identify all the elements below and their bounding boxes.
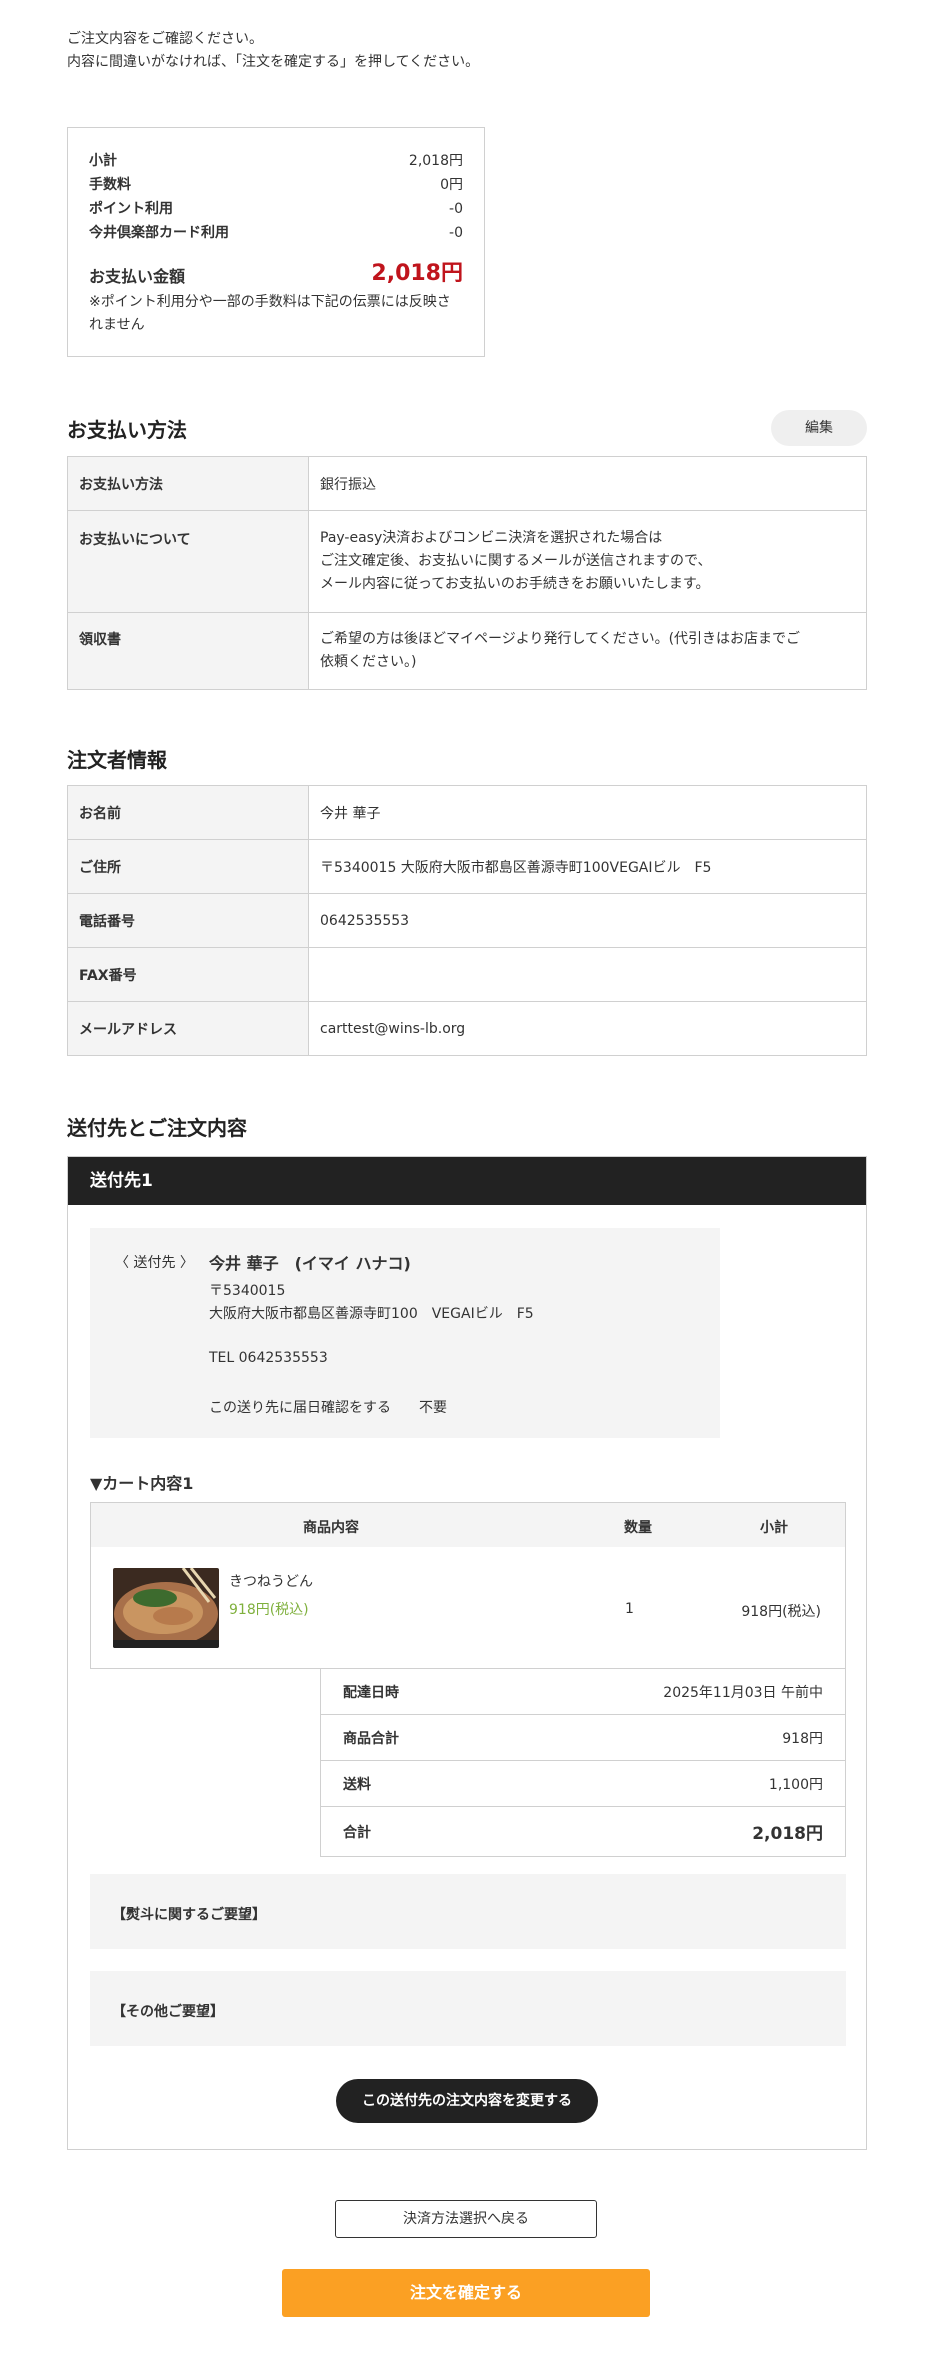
shipping-title: 送付先とご注文内容 (67, 1116, 247, 1140)
summary-label: 今井倶楽部カード利用 (89, 225, 229, 241)
row-label: お支払い方法 (67, 456, 309, 511)
payment-title: お支払い方法 (67, 418, 187, 442)
summary-label: 小計 (89, 153, 117, 169)
summary-value: -0 (449, 201, 463, 217)
totals-row: 合計 2,018円 (321, 1807, 845, 1856)
shipping-panel: 送付先1 〈 送付先 〉 今井 華子 (イマイ ハナコ) 〒5340015 大阪… (67, 1156, 867, 2150)
table-row: ご住所 〒5340015 大阪府大阪市都島区善源寺町100VEGAⅠビル F5 (67, 839, 867, 894)
cart-title: ▼カート内容1 (90, 1474, 194, 1493)
totals-label: 合計 (343, 1824, 371, 1841)
row-label: お支払いについて (67, 510, 309, 613)
col-subtotal: 小計 (760, 1520, 788, 1536)
table-row: メールアドレス carttest@wins-lb.org (67, 1001, 867, 1056)
grand-total: 2,018円 (752, 1824, 823, 1844)
row-value: carttest@wins-lb.org (308, 1001, 867, 1056)
text-line: ご注文確定後、お支払いに関するメールが送信されますので、 (320, 553, 712, 569)
intro-line-1: ご注文内容をご確認ください。 (67, 31, 263, 47)
change-order-button[interactable]: この送付先の注文内容を変更する (336, 2079, 598, 2123)
totals-value: 1,100円 (768, 1776, 823, 1793)
recipient-name: 今井 華子 (イマイ ハナコ) (209, 1254, 411, 1273)
table-row: お支払い方法 銀行振込 (67, 456, 867, 511)
total-amount: 2,018円 (371, 261, 463, 286)
col-item: 商品内容 (303, 1520, 359, 1536)
total-label: お支払い金額 (89, 267, 186, 286)
summary-label: 手数料 (89, 177, 131, 193)
summary-total: お支払い金額 2,018円 (89, 255, 463, 287)
noshi-request-label: 【熨斗に関するご要望】 (112, 1907, 266, 1923)
cart-header: 商品内容 数量 小計 (91, 1503, 845, 1547)
totals-label: 商品合計 (343, 1730, 399, 1747)
product-qty: 1 (625, 1601, 634, 1617)
totals-label: 配達日時 (343, 1684, 399, 1701)
orderer-table: お名前 今井 華子 ご住所 〒5340015 大阪府大阪市都島区善源寺町100VEG… (67, 785, 867, 1056)
address-line: 大阪府大阪市都島区善源寺町100 VEGAⅠビル F5 (209, 1306, 534, 1322)
noshi-request: 【熨斗に関するご要望】 (90, 1874, 846, 1949)
table-row: お支払いについて Pay-easy決済およびコンビニ決済を選択された場合は ご注… (67, 510, 867, 613)
summary-value: 0円 (440, 177, 463, 193)
address-box: 〈 送付先 〉 今井 華子 (イマイ ハナコ) 〒5340015 大阪府大阪市都… (90, 1228, 720, 1438)
row-label: メールアドレス (67, 1001, 309, 1056)
address-label: 〈 送付先 〉 (115, 1255, 194, 1271)
product-image[interactable] (113, 1568, 219, 1648)
table-row: FAX番号 (67, 947, 867, 1002)
col-qty: 数量 (624, 1520, 652, 1536)
summary-label: ポイント利用 (89, 201, 173, 217)
totals-table: 配達日時 2025年11月03日 午前中 商品合計 918円 送料 1,100円 合計… (320, 1668, 846, 1857)
payment-summary: 小計 2,018円 手数料 0円 ポイント利用 -0 今井倶楽部カード利用 -0 お支払… (67, 127, 485, 357)
row-value: ご希望の方は後ほどマイページより発行してください。(代引きはお店までご 依頼くだ… (308, 612, 867, 690)
intro-line-2: 内容に間違いがなければ、「注文を確定する」を押してください。 (67, 54, 480, 70)
other-request: 【その他ご要望】 (90, 1971, 846, 2046)
row-value: Pay-easy決済およびコンビニ決済を選択された場合は ご注文確定後、お支払い… (308, 510, 867, 613)
text-line: Pay-easy決済およびコンビニ決済を選択された場合は (320, 530, 663, 546)
text-line: ご希望の方は後ほどマイページより発行してください。(代引きはお店までご (320, 631, 801, 647)
payment-table: お支払い方法 銀行振込 お支払いについて Pay-easy決済およびコンビニ決済… (67, 456, 867, 690)
cart-table: 商品内容 数量 小計 きつねうどん 918円(税込) 1 918円(税込) (90, 1502, 846, 1669)
product-name[interactable]: きつねうどん (229, 1571, 313, 1591)
totals-row: 配達日時 2025年11月03日 午前中 (321, 1669, 845, 1715)
product-subtotal: 918円(税込) (741, 1604, 821, 1620)
row-value: 0642535553 (308, 893, 867, 948)
product-price: 918円(税込) (229, 1602, 309, 1618)
table-row: 電話番号 0642535553 (67, 893, 867, 948)
row-value: 〒5340015 大阪府大阪市都島区善源寺町100VEGAⅠビル F5 (308, 839, 867, 894)
summary-value: -0 (449, 225, 463, 241)
totals-row: 商品合計 918円 (321, 1715, 845, 1761)
row-label: ご住所 (67, 839, 309, 894)
orderer-title: 注文者情報 (67, 748, 167, 772)
summary-row: 今井倶楽部カード利用 -0 (89, 221, 463, 245)
summary-value: 2,018円 (408, 153, 463, 169)
summary-row: 小計 2,018円 (89, 149, 463, 173)
intro-text: ご注文内容をご確認ください。 内容に間違いがなければ、「注文を確定する」を押して… (67, 28, 479, 74)
udon-image-icon (113, 1568, 219, 1648)
confirm-order-button[interactable]: 注文を確定する (282, 2269, 650, 2317)
totals-value: 2025年11月03日 午前中 (663, 1684, 823, 1701)
text-line: メール内容に従ってお支払いのお手続きをお願いいたします。 (320, 576, 710, 592)
totals-row: 送料 1,100円 (321, 1761, 845, 1807)
row-label: 領収書 (67, 612, 309, 690)
table-row: 領収書 ご希望の方は後ほどマイページより発行してください。(代引きはお店までご … (67, 612, 867, 690)
shipping-header: 送付先1 (68, 1157, 866, 1205)
summary-note: ※ポイント利用分や一部の手数料は下記の伝票には反映されません (89, 294, 451, 333)
row-value: 今井 華子 (308, 785, 867, 840)
edit-button[interactable]: 編集 (771, 410, 867, 446)
row-value (308, 947, 867, 1002)
back-to-payment-button[interactable]: 決済方法選択へ戻る (335, 2200, 597, 2238)
phone: TEL 0642535553 (209, 1350, 328, 1366)
totals-value: 918円 (782, 1730, 823, 1747)
delivery-confirm: この送り先に届日確認をする 不要 (209, 1400, 447, 1416)
summary-row: 手数料 0円 (89, 173, 463, 197)
row-value: 銀行振込 (308, 456, 867, 511)
row-label: FAX番号 (67, 947, 309, 1002)
other-request-label: 【その他ご要望】 (112, 2004, 224, 2020)
table-row: お名前 今井 華子 (67, 785, 867, 840)
zip-code: 〒5340015 (209, 1283, 286, 1299)
row-label: 電話番号 (67, 893, 309, 948)
row-label: お名前 (67, 785, 309, 840)
totals-label: 送料 (343, 1776, 371, 1793)
text-line: 依頼ください。) (320, 654, 417, 670)
summary-row: ポイント利用 -0 (89, 197, 463, 221)
